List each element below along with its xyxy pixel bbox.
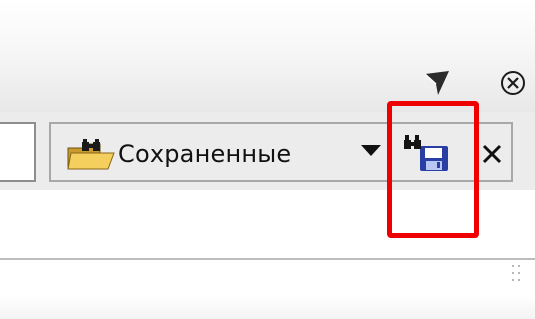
close-icon: [482, 144, 502, 164]
select-arrow-button[interactable]: [420, 66, 454, 100]
close-pane-button[interactable]: [496, 66, 530, 100]
saved-searches-dropdown[interactable]: Сохраненные: [66, 134, 390, 174]
saved-searches-label: Сохраненные: [118, 140, 292, 168]
close-search-button[interactable]: [476, 138, 508, 170]
chevron-down-icon[interactable]: [360, 142, 382, 158]
close-circle-icon: [501, 71, 525, 95]
arrow-cursor-icon: [424, 71, 449, 95]
results-area: [0, 260, 535, 319]
resize-grip-icon[interactable]: [510, 263, 526, 287]
highlight-box: [387, 101, 479, 238]
saved-search-folder-icon: [67, 139, 115, 170]
search-input[interactable]: [0, 122, 36, 182]
